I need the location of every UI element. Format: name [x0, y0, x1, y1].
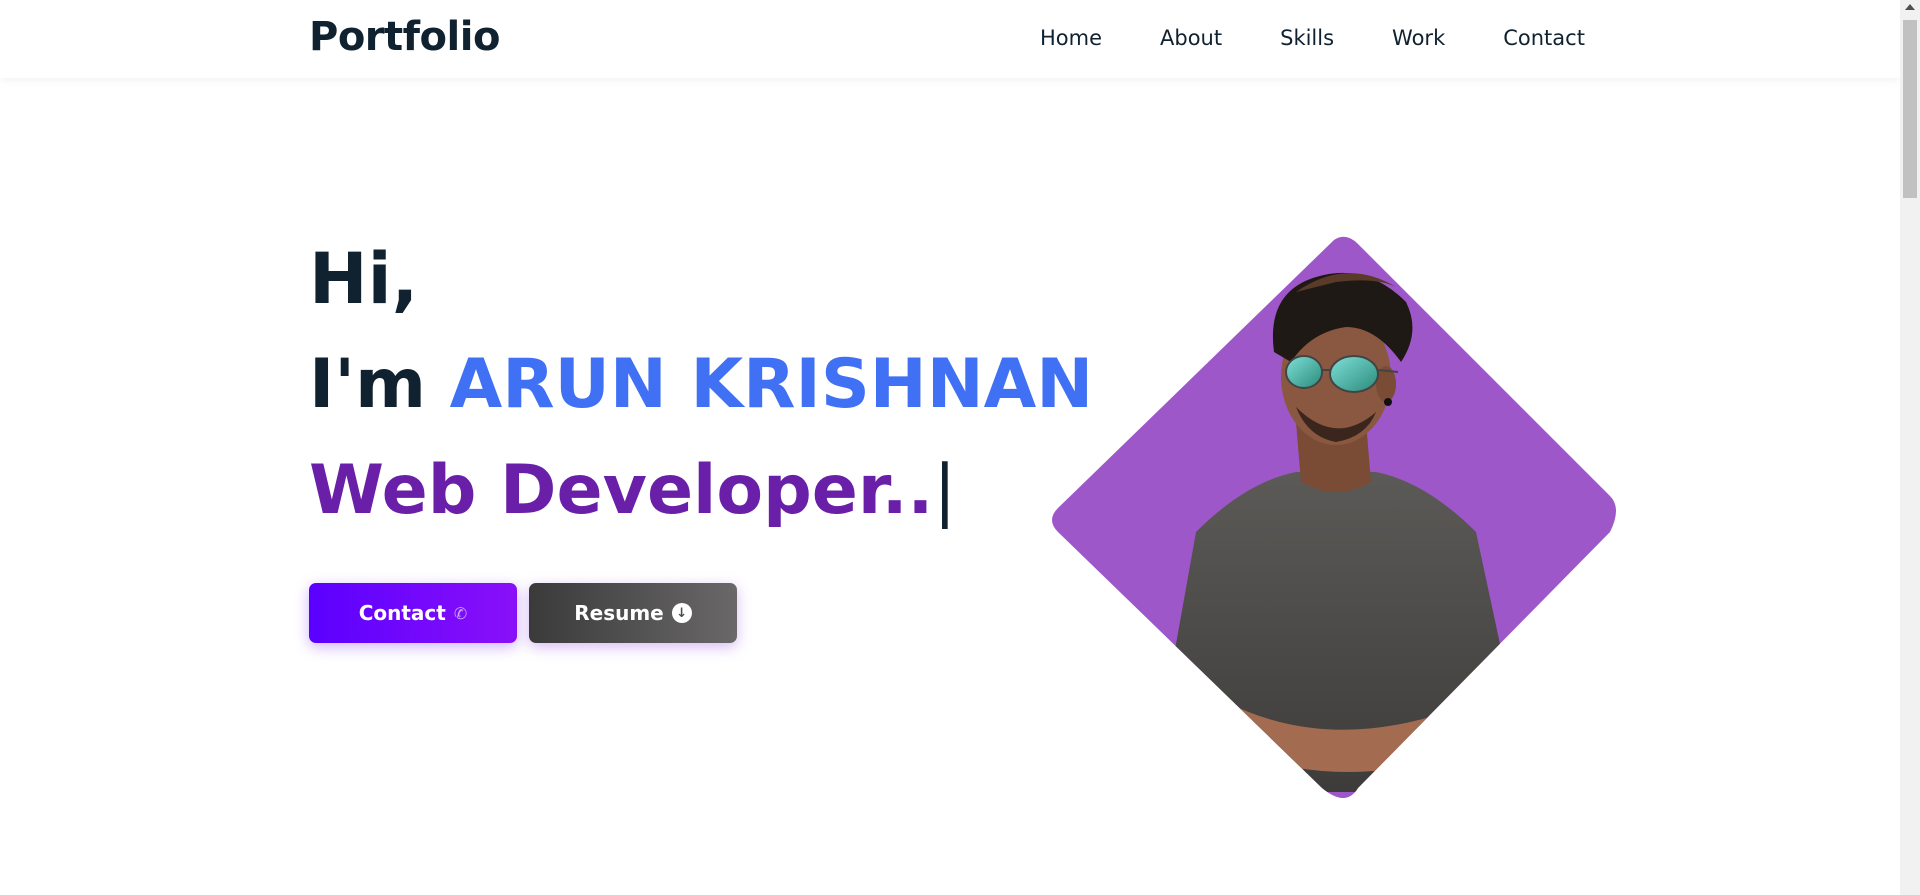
profile-image	[1052, 236, 1616, 799]
profile-diamond	[1046, 232, 1622, 808]
nav-contact[interactable]: Contact	[1503, 26, 1585, 50]
resume-button[interactable]: Resume ↓	[529, 583, 737, 643]
nav-work[interactable]: Work	[1392, 26, 1445, 50]
site-header: Portfolio Home About Skills Work Contact	[0, 0, 1900, 78]
intro-heading: I'm ARUN KRISHNAN	[309, 332, 1093, 438]
main-nav: Home About Skills Work Contact	[1040, 26, 1585, 50]
resume-button-label: Resume	[574, 601, 664, 625]
nav-about[interactable]: About	[1160, 26, 1222, 50]
nav-home[interactable]: Home	[1040, 26, 1102, 50]
phone-icon: ✆	[453, 603, 468, 623]
scroll-up-arrow-icon[interactable]	[1905, 4, 1915, 10]
page-scrollbar[interactable]	[1900, 0, 1920, 895]
nav-skills[interactable]: Skills	[1280, 26, 1334, 50]
typing-cursor: |	[933, 451, 957, 530]
contact-button[interactable]: Contact ✆	[309, 583, 517, 643]
hero-text: Hi, I'm ARUN KRISHNAN Web Developer..|	[309, 226, 1093, 544]
greeting-heading: Hi,	[309, 238, 419, 320]
hero-buttons: Contact ✆ Resume ↓	[309, 583, 737, 643]
site-logo[interactable]: Portfolio	[309, 14, 500, 60]
intro-prefix: I'm	[309, 345, 426, 424]
role-heading: Web Developer..|	[309, 438, 1093, 544]
name-text: ARUN KRISHNAN	[449, 345, 1094, 424]
download-circle-icon: ↓	[671, 603, 692, 623]
scrollbar-thumb[interactable]	[1903, 20, 1917, 198]
role-text: Web Developer..	[309, 451, 934, 530]
contact-button-label: Contact	[358, 601, 446, 625]
